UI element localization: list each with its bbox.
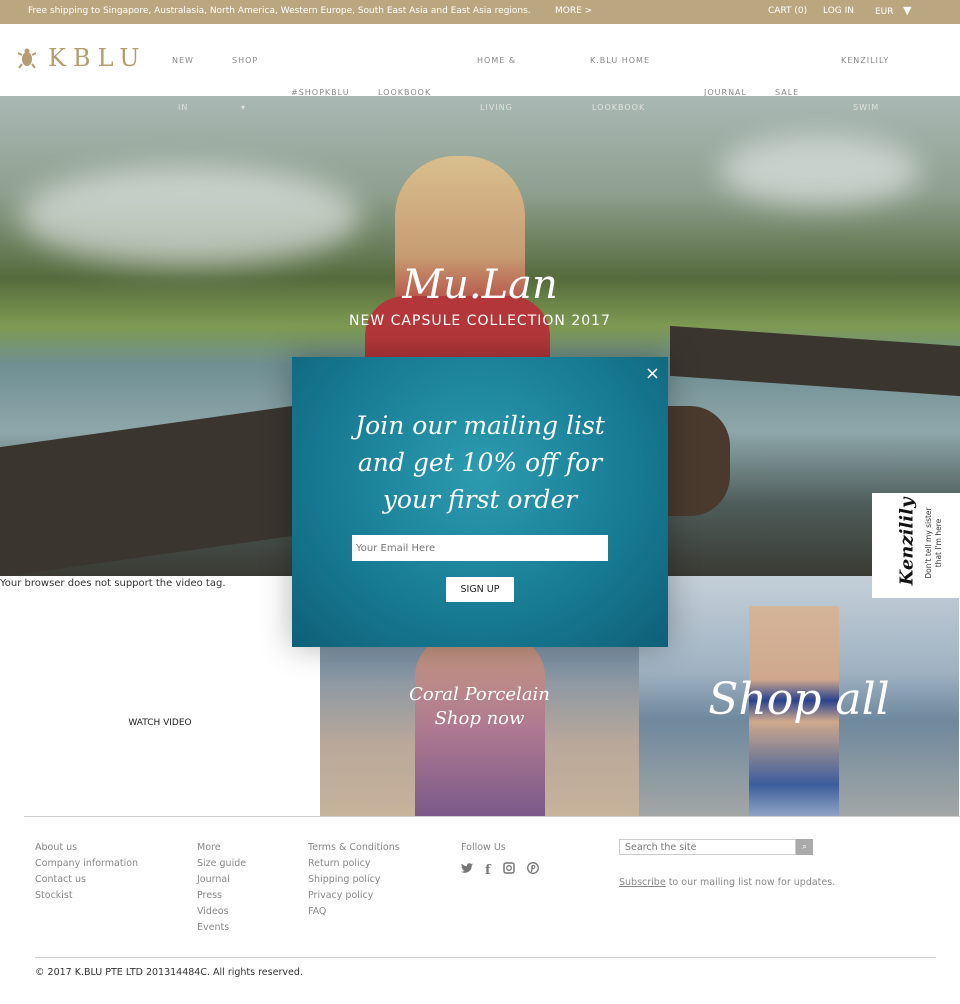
popup-heading-line: your first order [382, 485, 578, 514]
shop-all-link[interactable]: Shop all [639, 674, 959, 725]
shop-now-link[interactable]: Shop now [320, 708, 639, 729]
footer-column-policies: Terms & Conditions Return policy Shippin… [308, 840, 400, 920]
popup-heading-line: and get 10% off for [357, 448, 603, 477]
nav-kblu-home-lookbook-line2[interactable]: LOOKBOOK [592, 103, 645, 112]
nav-kenzilily-swim-line2[interactable]: SWIM [853, 103, 879, 112]
nav-new-in[interactable]: NEW [172, 56, 194, 65]
watch-video-tile[interactable]: WATCH VIDEO [0, 576, 320, 816]
twitter-icon[interactable] [461, 862, 473, 879]
footer-link[interactable]: Stockist [35, 888, 138, 904]
footer-link[interactable]: Events [197, 920, 246, 936]
nav-home-living[interactable]: HOME & [477, 56, 516, 65]
footer-link[interactable]: FAQ [308, 904, 400, 920]
email-input[interactable] [352, 535, 608, 561]
cart-link[interactable]: CART (0) [768, 6, 807, 16]
more-link[interactable]: MORE > [555, 6, 592, 16]
subscribe-link[interactable]: Subscribe [619, 877, 666, 888]
currency-select[interactable]: EUR [875, 7, 894, 17]
shop-all-tile[interactable]: Shop all [639, 576, 959, 816]
nav-kblu-home-lookbook[interactable]: K.BLU HOME [590, 56, 650, 65]
chevron-down-icon[interactable]: ▼ [903, 4, 911, 17]
kenzilily-side-tab[interactable]: Kenzilily Don't tell my sister that I'm … [872, 493, 960, 598]
divider [24, 816, 960, 817]
kenzilily-tagline: that I'm here [934, 518, 943, 568]
footer-column-about: About us Company information Contact us … [35, 840, 138, 904]
footer-link[interactable]: Press [197, 888, 246, 904]
site-header: KBLU NEW SHOP #SHOPKBLU LOOKBOOK HOME & … [0, 24, 960, 97]
nav-shop[interactable]: SHOP [232, 56, 258, 65]
footer-link[interactable]: More [197, 840, 246, 856]
nav-shop-dropdown-icon[interactable]: ▾ [241, 103, 246, 112]
kenzilily-logo: Kenzilily [896, 497, 918, 586]
search-icon[interactable]: ⌕ [796, 839, 813, 855]
footer-link[interactable]: Size guide [197, 856, 246, 872]
boat [0, 404, 300, 578]
close-icon[interactable]: × [645, 363, 660, 384]
logo[interactable]: KBLU [48, 44, 146, 72]
hero-title: Mu.Lan [402, 262, 558, 308]
footer-follow: Follow Us f [461, 840, 539, 879]
mailing-list-popup: × Join our mailing list and get 10% off … [292, 357, 668, 647]
facebook-icon[interactable]: f [485, 863, 491, 879]
hero-subtitle: NEW CAPSULE COLLECTION 2017 [349, 313, 611, 329]
popup-heading-line: Join our mailing list [355, 411, 605, 440]
turtle-logo-icon [17, 48, 37, 70]
subscribe-text: Subscribe to our mailing list now for up… [619, 877, 835, 888]
pinterest-icon[interactable] [526, 862, 539, 879]
footer-link[interactable]: Terms & Conditions [308, 840, 400, 856]
subscribe-description: to our mailing list now for updates. [665, 877, 836, 888]
footer-link[interactable]: Contact us [35, 872, 138, 888]
watch-video-link[interactable]: WATCH VIDEO [0, 718, 320, 728]
footer-link[interactable]: About us [35, 840, 138, 856]
shipping-text: Free shipping to Singapore, Australasia,… [28, 6, 531, 16]
announcement-bar: Free shipping to Singapore, Australasia,… [0, 0, 960, 24]
follow-us-label: Follow Us [461, 842, 506, 853]
footer-link[interactable]: Return policy [308, 856, 400, 872]
video-fallback-text: Your browser does not support the video … [0, 578, 226, 589]
coral-porcelain-title: Coral Porcelain [409, 684, 550, 705]
nav-home-living-line2[interactable]: LIVING [480, 103, 513, 112]
kenzilily-tagline: Don't tell my sister [924, 507, 933, 579]
footer-link[interactable]: Privacy policy [308, 888, 400, 904]
instagram-icon[interactable] [502, 862, 515, 879]
site-search-input[interactable] [619, 839, 796, 855]
nav-kenzilily-swim[interactable]: KENZILILY [841, 56, 889, 65]
nav-new-in-line2[interactable]: IN [178, 103, 188, 112]
sign-up-button[interactable]: SIGN UP [446, 577, 514, 602]
footer-link[interactable]: Company information [35, 856, 138, 872]
login-link[interactable]: LOG IN [823, 6, 854, 16]
footer-link[interactable]: Videos [197, 904, 246, 920]
divider [35, 957, 936, 958]
footer-link[interactable]: Shipping policy [308, 872, 400, 888]
footer-column-more: More Size guide Journal Press Videos Eve… [197, 840, 246, 936]
footer-link[interactable]: Journal [197, 872, 246, 888]
boat [670, 325, 960, 397]
copyright: © 2017 K.BLU PTE LTD 201314484C. All rig… [35, 967, 303, 978]
